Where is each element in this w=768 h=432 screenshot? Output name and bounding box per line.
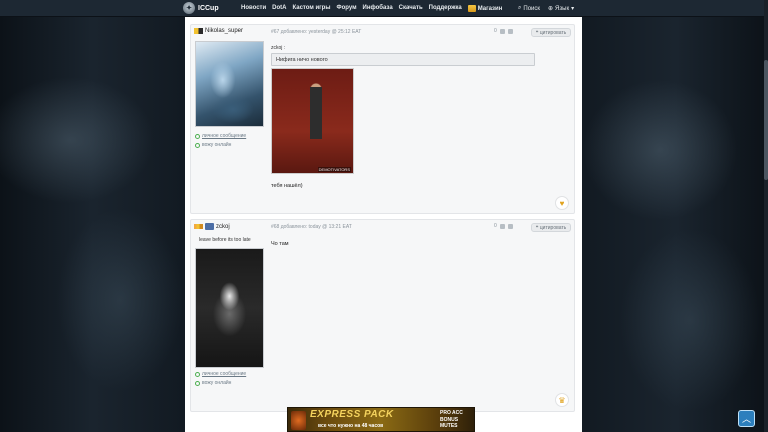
author-name[interactable]: Nikolas_super [205,28,243,34]
chevron-down-icon: ▾ [571,6,575,12]
main-nav: Новости DotA Кастом игры Форум Инфобаза … [241,5,502,12]
express-pack-banner[interactable]: EXPRESS PACK все что нужно на 48 часов P… [287,407,475,432]
post-author: Nikolas_super [194,28,243,34]
author-links: личное сообщение вожу онлайн [195,370,246,388]
scrollbar-thumb[interactable] [764,60,768,180]
image-caption: DEMOTIVATORS [317,167,351,172]
quote-button[interactable]: ❝ цитировать [531,223,571,232]
thumbs-down-icon[interactable] [507,28,513,34]
quote-icon: ❝ [535,29,539,36]
nav-infobase[interactable]: Инфобаза [363,5,393,12]
vote-count: 0 [494,223,497,229]
forum-content: Nikolas_super личное сообщение вожу онла… [185,17,582,432]
private-message-link[interactable]: личное сообщение [195,132,246,141]
post-meta: #67 добавлено: yesterday @ 25:12 EAT [271,29,362,35]
top-navigation-bar: ✦ ICCup Новости DotA Кастом игры Форум И… [0,0,768,17]
rank-flag-icon [194,224,203,229]
thumbs-up-icon[interactable] [499,223,505,229]
crown-reaction-icon[interactable]: ♛ [555,393,569,407]
quote-icon: ❝ [535,224,539,231]
nav-dota[interactable]: DotA [272,5,286,12]
chevron-up-icon: ︿ [741,414,751,424]
search-label: Поиск [523,5,541,12]
online-status: вожу онлайн [195,379,246,388]
post-votes: 0 [494,28,513,34]
quote-button[interactable]: ❝ цитировать [531,28,571,37]
author-name[interactable]: zckoj [216,224,230,230]
author-links: личное сообщение вожу онлайн [195,132,246,150]
avatar [195,41,264,127]
forum-post: zckoj leave before its too late личное с… [190,219,575,412]
online-dot-icon [195,143,200,148]
post-author: zckoj [194,223,230,230]
user-status: leave before its too late [199,237,251,243]
header-actions: ⌕ Поиск ⊕ Язык ▾ [518,5,574,12]
banner-side-text: PRO ACC BONUS MUTES [440,410,463,429]
thumbs-up-icon[interactable] [499,28,505,34]
scroll-to-top-button[interactable]: ︿ [738,410,755,427]
online-status: вожу онлайн [195,141,246,150]
shop-icon [467,5,476,12]
quote-author: zckoj : [271,45,286,51]
online-dot-icon [195,381,200,386]
nav-support[interactable]: Поддержка [429,5,462,12]
quoted-image: DEMOTIVATORS [271,68,354,174]
language-button[interactable]: ⊕ Язык ▾ [548,5,575,13]
private-message-link[interactable]: личное сообщение [195,370,246,379]
avatar [195,248,264,368]
post-votes: 0 [494,223,513,229]
vote-count: 0 [494,28,497,34]
search-icon: ⌕ [518,5,522,11]
logo-icon: ✦ [183,2,195,14]
nav-forum[interactable]: Форум [336,5,356,12]
nav-download[interactable]: Скачать [399,5,423,12]
page-scrollbar[interactable] [764,0,768,432]
banner-subtitle: все что нужно на 48 часов [318,423,384,429]
quote-text: Нифига ничо нового [271,53,535,66]
clan-badge-icon [205,223,214,230]
rank-flag-icon [194,28,203,34]
site-logo[interactable]: ✦ ICCup [183,2,219,14]
banner-emblem-icon [291,411,306,430]
banner-title: EXPRESS PACK [310,409,394,420]
search-button[interactable]: ⌕ Поиск [518,5,540,12]
forum-post: Nikolas_super личное сообщение вожу онла… [190,24,575,214]
post-body: Чо там [271,241,289,247]
online-dot-icon [195,372,200,377]
heart-reaction-icon[interactable]: ♥ [555,196,569,210]
post-body: тебя нашёл) [271,183,303,189]
nav-custom-games[interactable]: Кастом игры [293,5,331,12]
post-meta: #68 добавлено: today @ 13:21 EAT [271,224,352,230]
language-label: Язык [555,5,570,12]
globe-icon: ⊕ [548,6,554,12]
nav-shop[interactable]: Магазин [467,5,503,12]
nav-shop-label: Магазин [477,5,503,12]
nav-news[interactable]: Новости [241,5,266,12]
logo-text: ICCup [198,4,219,12]
online-dot-icon [195,134,200,139]
thumbs-down-icon[interactable] [507,223,513,229]
